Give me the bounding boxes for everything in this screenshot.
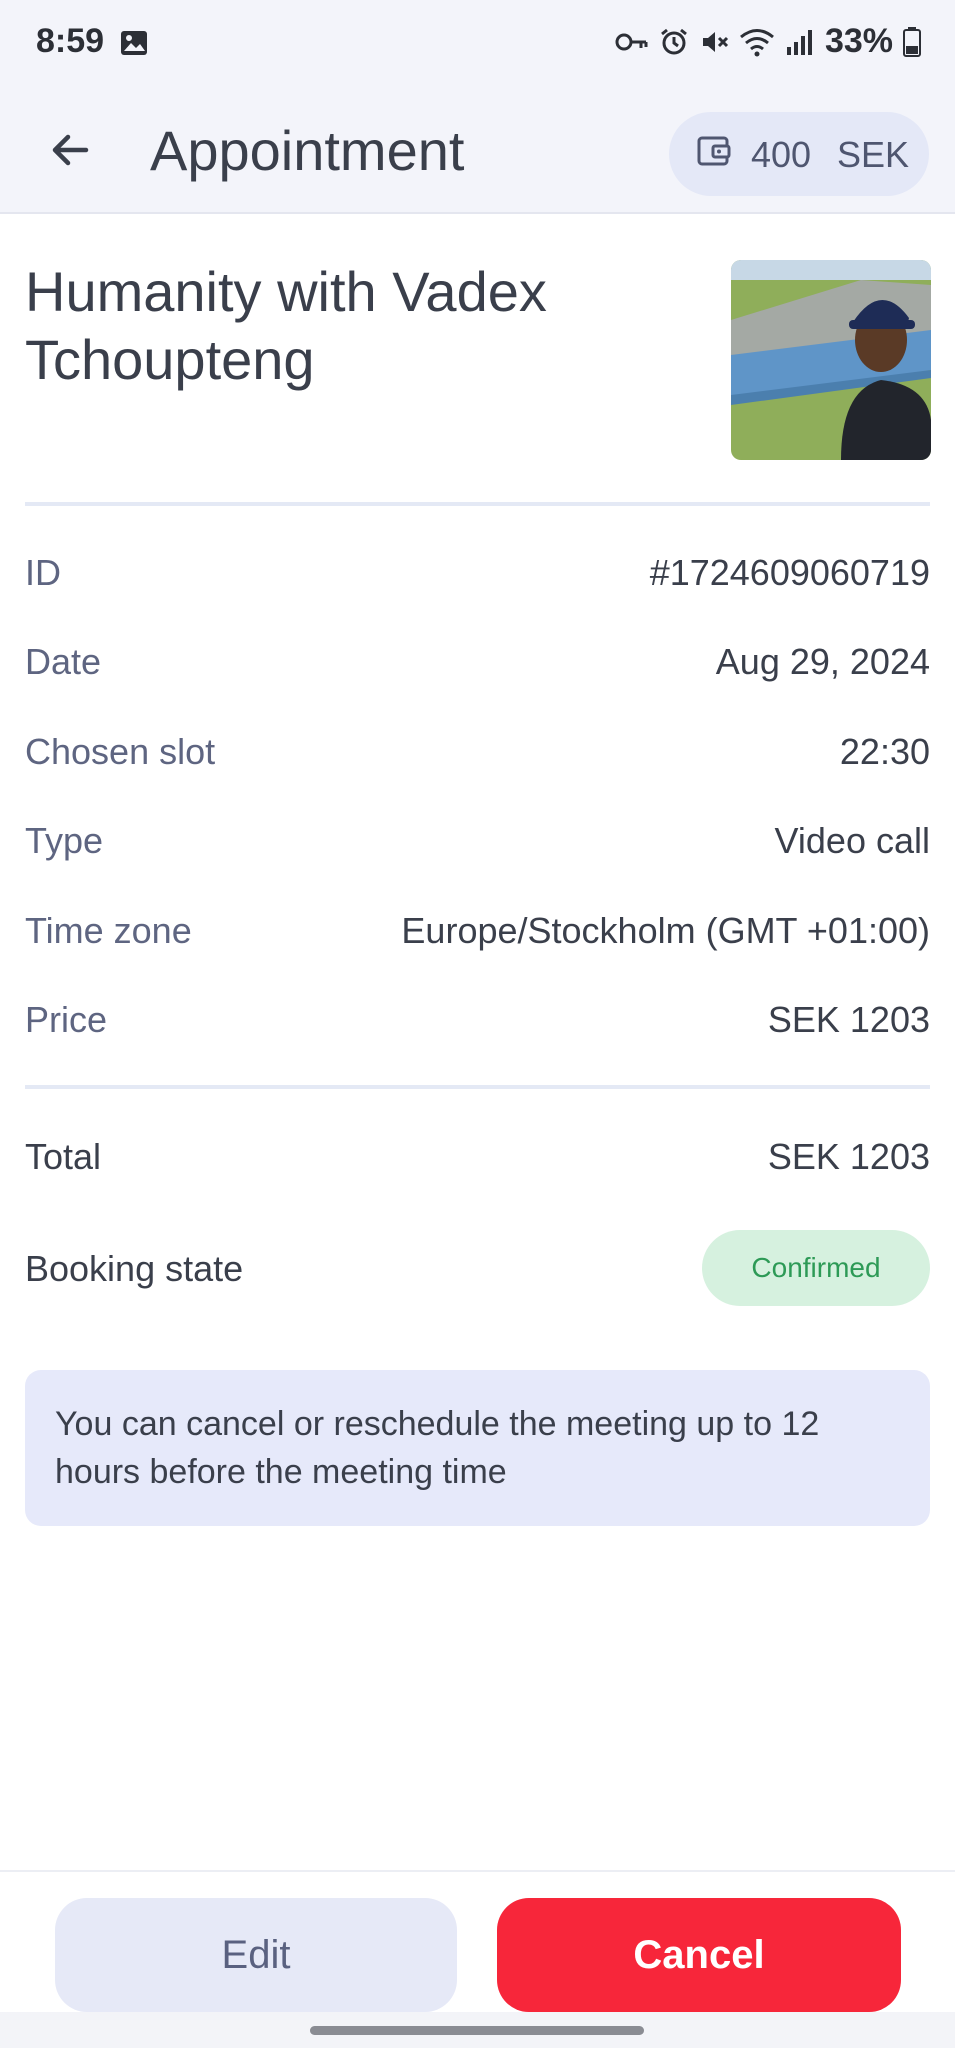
host-photo bbox=[731, 260, 931, 460]
back-arrow-icon[interactable] bbox=[46, 126, 94, 174]
cancellation-notice: You can cancel or reschedule the meeting… bbox=[25, 1370, 930, 1526]
wifi-icon bbox=[739, 28, 774, 56]
detail-row-timezone: Time zone Europe/Stockholm (GMT +01:00) bbox=[25, 888, 930, 977]
detail-row-type: Type Video call bbox=[25, 798, 930, 887]
status-time: 8:59 bbox=[36, 22, 105, 60]
app-bar: Appointment 400 SEK bbox=[0, 88, 955, 214]
detail-row-date: Date Aug 29, 2024 bbox=[25, 619, 930, 708]
detail-label: Type bbox=[25, 820, 104, 862]
detail-value: SEK 1203 bbox=[767, 998, 930, 1040]
section-divider bbox=[25, 1085, 930, 1089]
detail-row-price: Price SEK 1203 bbox=[25, 977, 930, 1066]
gesture-handle[interactable] bbox=[310, 2026, 644, 2035]
battery-icon bbox=[903, 26, 921, 57]
host-avatar bbox=[731, 260, 931, 460]
key-icon bbox=[615, 33, 648, 50]
meeting-header: Humanity with Vadex Tchoupteng bbox=[25, 258, 705, 394]
section-divider bbox=[25, 502, 930, 506]
total-row: Total SEK 1203 bbox=[25, 1130, 930, 1190]
detail-label: Date bbox=[25, 641, 102, 683]
status-bar: 8:59 33% bbox=[0, 0, 955, 88]
appointment-details: ID #1724609060719 Date Aug 29, 2024 Chos… bbox=[25, 530, 930, 1066]
action-bar: Edit Cancel bbox=[0, 1870, 955, 2014]
detail-value: Video call bbox=[774, 820, 930, 862]
alarm-icon bbox=[661, 28, 687, 54]
meeting-title: Humanity with Vadex Tchoupteng bbox=[25, 260, 547, 391]
mute-icon bbox=[702, 31, 728, 52]
booking-state-row: Booking state Confirmed bbox=[25, 1230, 930, 1306]
detail-row-id: ID #1724609060719 bbox=[25, 530, 930, 619]
wallet-icon bbox=[697, 136, 731, 166]
detail-label: Chosen slot bbox=[25, 730, 216, 772]
edit-button[interactable]: Edit bbox=[55, 1898, 457, 2012]
system-nav-bar bbox=[0, 2012, 955, 2048]
wallet-amount: 400 bbox=[751, 134, 812, 175]
signal-icon bbox=[786, 29, 812, 55]
detail-value: Aug 29, 2024 bbox=[715, 641, 930, 683]
status-badge: Confirmed bbox=[702, 1230, 930, 1306]
detail-value: #1724609060719 bbox=[649, 552, 930, 593]
cancel-button[interactable]: Cancel bbox=[497, 1898, 901, 2012]
booking-state-label: Booking state bbox=[25, 1248, 244, 1289]
battery-percentage: 33% bbox=[824, 22, 893, 60]
page-title: Appointment bbox=[150, 119, 465, 182]
detail-label: Price bbox=[25, 998, 108, 1040]
detail-row-slot: Chosen slot 22:30 bbox=[25, 709, 930, 798]
detail-value: 22:30 bbox=[839, 730, 930, 772]
image-icon bbox=[121, 31, 147, 55]
total-label: Total bbox=[25, 1136, 102, 1177]
wallet-balance-button[interactable]: 400 SEK bbox=[669, 112, 929, 196]
detail-value: Europe/Stockholm (GMT +01:00) bbox=[401, 909, 930, 951]
wallet-currency: SEK bbox=[837, 134, 910, 175]
detail-label: Time zone bbox=[25, 909, 192, 951]
total-value: SEK 1203 bbox=[767, 1136, 930, 1177]
detail-label: ID bbox=[25, 552, 61, 593]
